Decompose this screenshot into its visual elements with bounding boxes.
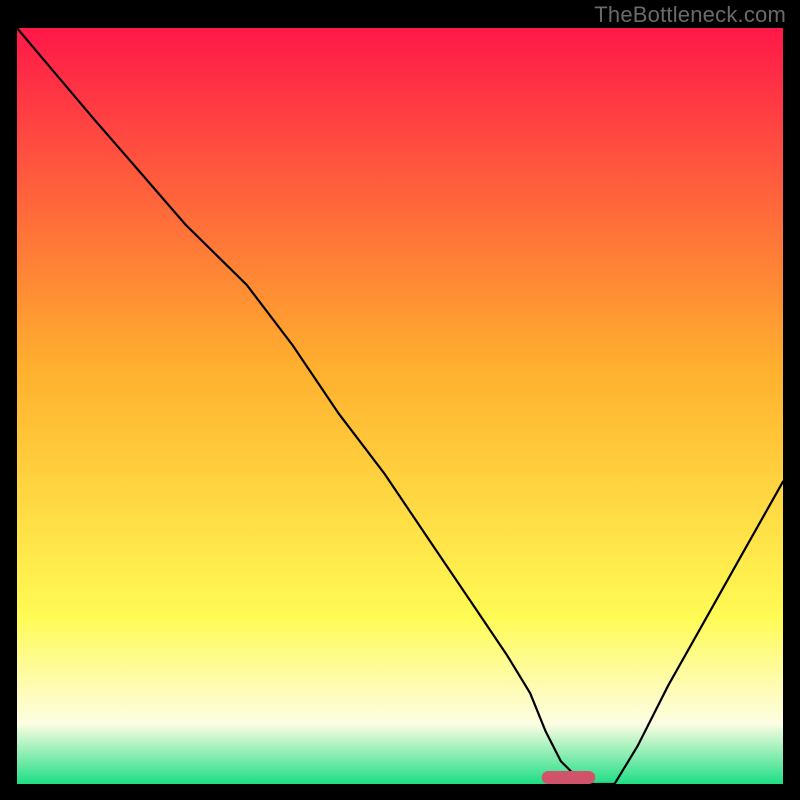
min-marker [542,771,596,784]
plot-area [17,28,783,784]
chart-svg [17,28,783,784]
chart-frame: TheBottleneck.com [0,0,800,800]
chart-background [17,28,783,784]
watermark-text: TheBottleneck.com [594,2,786,28]
